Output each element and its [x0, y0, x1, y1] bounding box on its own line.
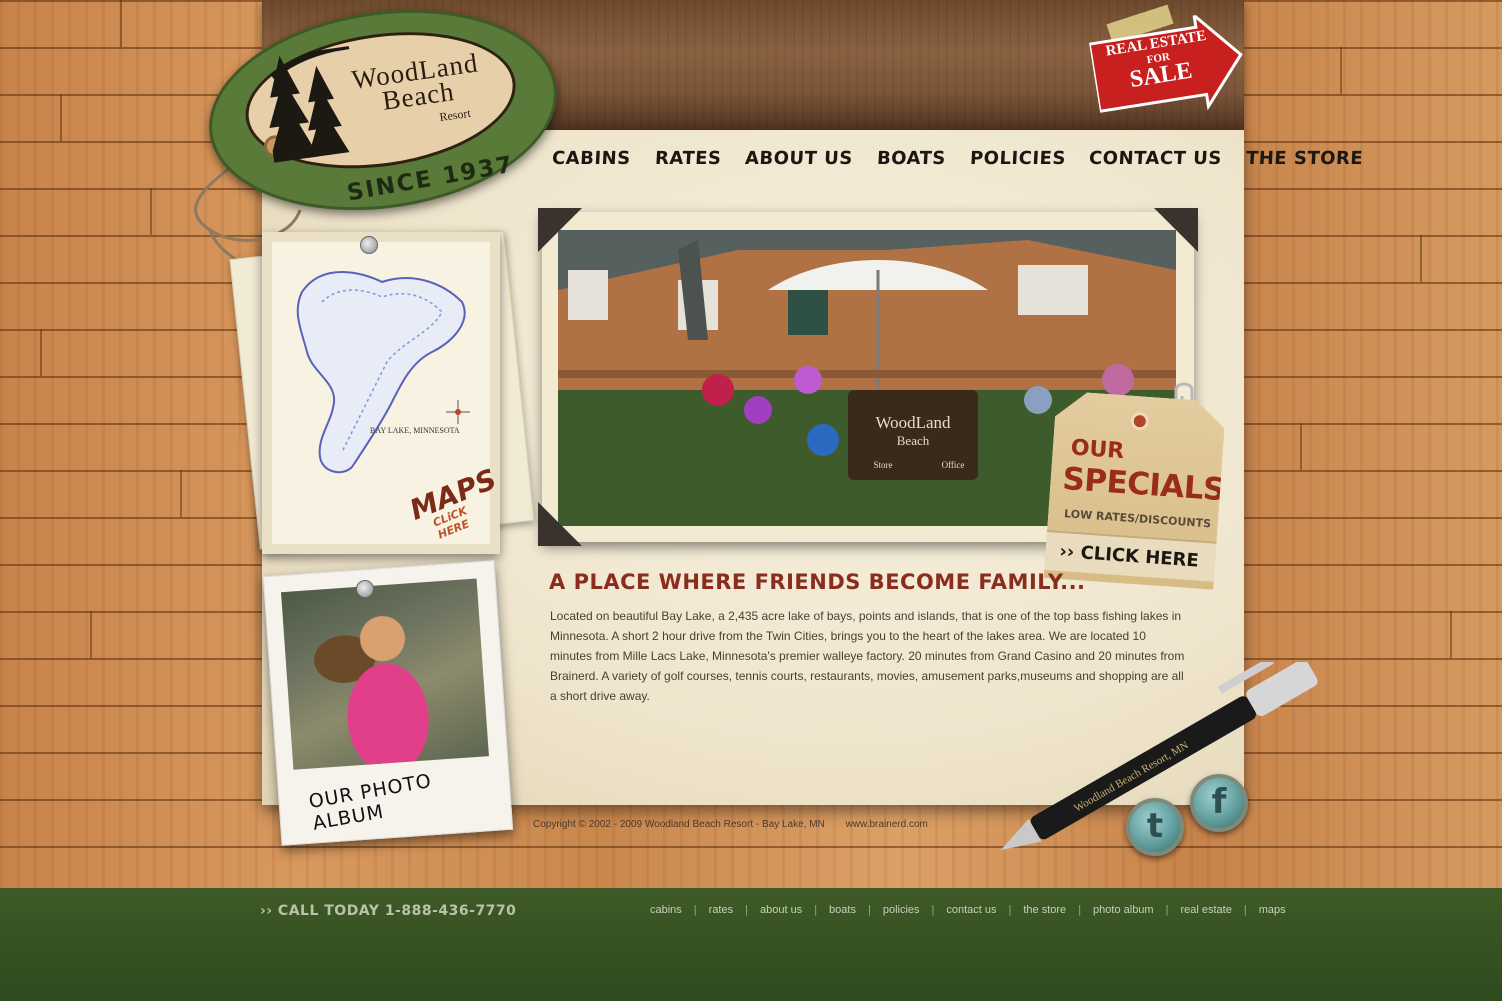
- specials-title: SPECIALS: [1061, 460, 1227, 509]
- brainerd-link[interactable]: www.brainerd.com: [846, 819, 928, 830]
- nav-the-store[interactable]: THE STORE: [1246, 148, 1364, 169]
- separator: |: [1243, 904, 1247, 916]
- wood-seam: [120, 0, 122, 47]
- wood-seam: [180, 470, 182, 517]
- photo-album-label: OUR PHOTO ALBUM: [307, 769, 434, 835]
- separator: |: [1165, 904, 1169, 916]
- separator: |: [1008, 904, 1012, 916]
- footer-link-policies[interactable]: policies: [883, 904, 920, 916]
- lake-map-image: [296, 271, 470, 474]
- separator: |: [1078, 904, 1082, 916]
- child-swimming-photo: [281, 578, 489, 770]
- nav-cabins[interactable]: CaBiNS: [551, 148, 631, 169]
- nav-policies[interactable]: POLiCiES: [969, 148, 1066, 169]
- map-caption: BAY LAKE, MINNESOTA: [370, 426, 460, 435]
- separator: |: [931, 904, 935, 916]
- nav-boats[interactable]: BOATS: [876, 148, 946, 169]
- footer: ›› CALL TODAY 1-888-436-7770 cabins | rat…: [0, 888, 1502, 1001]
- twitter-badge[interactable]: t: [1126, 798, 1184, 856]
- compass-icon: [446, 400, 470, 424]
- wood-seam: [1420, 235, 1422, 282]
- wood-seam: [1340, 47, 1342, 94]
- twitter-icon: t: [1146, 806, 1164, 846]
- separator: |: [745, 904, 748, 916]
- wood-seam: [1300, 423, 1302, 470]
- nav-rates[interactable]: RATES: [654, 148, 722, 169]
- footer-link-contact-us[interactable]: contact us: [946, 904, 996, 916]
- photo-album-card[interactable]: OUR PHOTO ALBUM: [262, 560, 514, 846]
- sign-line2: Beach: [897, 433, 930, 448]
- nav-contact-us[interactable]: CONTACT US: [1089, 148, 1223, 169]
- footer-link-the-store[interactable]: the store: [1023, 904, 1066, 916]
- footer-link-cabins[interactable]: cabins: [650, 904, 682, 916]
- footer-link-about-us[interactable]: about us: [760, 904, 802, 916]
- wood-seam: [1450, 611, 1452, 658]
- specials-tag[interactable]: OUR SPECIALS LOW RATES/DISCOUNTS ›› CLIC…: [1044, 390, 1227, 589]
- copyright: Copyright © 2002 - 2009 Woodland Beach R…: [533, 819, 928, 830]
- maps-card[interactable]: BAY LAKE, MINNESOTA MAPS CLiCK HERE: [262, 232, 501, 554]
- pushpin-icon: [356, 580, 374, 598]
- wood-seam: [90, 611, 92, 658]
- footer-link-real-estate[interactable]: real estate: [1180, 904, 1231, 916]
- wood-seam: [60, 94, 62, 141]
- call-today: ›› CALL TODAY 1-888-436-7770: [260, 903, 517, 919]
- footer-link-maps[interactable]: maps: [1259, 904, 1286, 916]
- footer-links: cabins | rates | about us | boats | policies…: [650, 904, 1286, 916]
- specials-subtitle: LOW RATES/DISCOUNTS: [1063, 507, 1212, 531]
- wood-seam: [150, 188, 152, 235]
- main-nav: CaBiNS RATES ABOUT US BOATS POLiCiES CON…: [551, 148, 1387, 169]
- pushpin-icon: [360, 236, 378, 254]
- separator: |: [693, 904, 697, 916]
- nav-about-us[interactable]: ABOUT US: [744, 148, 853, 169]
- footer-link-boats[interactable]: boats: [829, 904, 856, 916]
- sign-line1: WoodLand: [875, 413, 951, 432]
- sign-office: Office: [942, 460, 965, 470]
- copyright-text: Copyright © 2002 - 2009 Woodland Beach R…: [533, 819, 825, 830]
- separator: |: [814, 904, 818, 916]
- tag-hole: [1130, 412, 1149, 431]
- facebook-icon: f: [1211, 782, 1227, 822]
- separator: |: [867, 904, 871, 916]
- page-headline: A PLACE WHERE FRiENDS BECOME FAMiLY...: [549, 570, 1086, 594]
- footer-link-rates[interactable]: rates: [709, 904, 733, 916]
- footer-link-photo-album[interactable]: photo album: [1093, 904, 1154, 916]
- wood-seam: [40, 329, 42, 376]
- facebook-badge[interactable]: f: [1190, 774, 1248, 832]
- sign-store: Store: [874, 460, 893, 470]
- specials-our: OUR: [1069, 435, 1126, 465]
